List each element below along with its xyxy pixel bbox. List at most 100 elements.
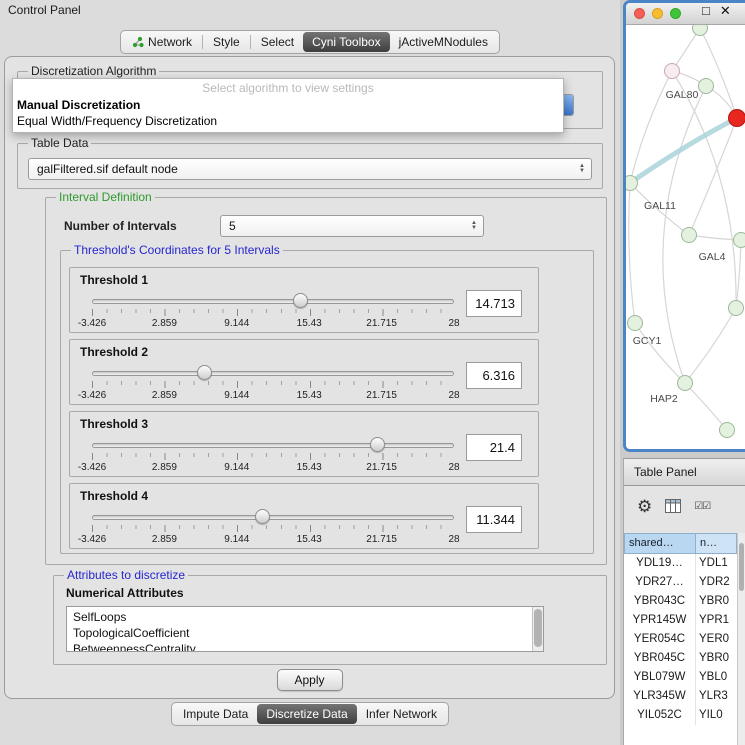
list-item[interactable]: BetweennessCentrality <box>73 641 543 652</box>
network-node[interactable] <box>729 301 744 316</box>
table-data-combobox[interactable]: galFiltered.sif default node <box>28 158 592 180</box>
table-row[interactable]: YPR145WYPR1 <box>624 611 737 630</box>
table-cell[interactable]: YIL0 <box>696 706 737 725</box>
table-cell[interactable]: YBL079W <box>624 668 696 687</box>
network-edge <box>672 71 736 308</box>
column-header-name[interactable]: n… <box>696 533 737 554</box>
network-node[interactable] <box>628 316 643 331</box>
number-of-intervals-combobox[interactable]: 5 <box>220 215 484 237</box>
network-node[interactable] <box>678 376 693 391</box>
table-row[interactable]: YLR345WYLR3 <box>624 687 737 706</box>
columns-icon[interactable] <box>665 499 681 513</box>
network-node[interactable] <box>729 110 745 127</box>
table-cell[interactable]: YPR1 <box>696 611 737 630</box>
table-cell[interactable]: YER054C <box>624 630 696 649</box>
threshold-4-value[interactable]: 11.344 <box>466 506 522 533</box>
network-edge <box>635 323 685 383</box>
table-cell[interactable]: YLR345W <box>624 687 696 706</box>
tab-jactivemnodules[interactable]: jActiveMNodules <box>390 32 497 52</box>
numerical-attributes-list[interactable]: SelfLoopsTopologicalCoefficientBetweenne… <box>66 606 544 652</box>
close-traffic-light-icon[interactable] <box>634 8 645 19</box>
scale-label: 28 <box>448 462 459 473</box>
network-node[interactable] <box>693 25 708 36</box>
table-cell[interactable]: YDR2 <box>696 573 737 592</box>
tab-label: Network <box>148 35 192 49</box>
table-cell[interactable]: YBR0 <box>696 592 737 611</box>
list-item[interactable]: TopologicalCoefficient <box>73 625 543 641</box>
threshold-4-group: Threshold 4 -3.4262.8599.14415.4321.7152… <box>69 483 539 549</box>
tab-separator <box>202 35 203 49</box>
zoom-traffic-light-icon[interactable] <box>670 8 681 19</box>
tab-cyni-toolbox[interactable]: Cyni Toolbox <box>303 32 389 52</box>
threshold-1-slider[interactable]: -3.4262.8599.14415.4321.71528 <box>92 290 454 332</box>
threshold-4-slider[interactable]: -3.4262.8599.14415.4321.71528 <box>92 506 454 548</box>
table-cell[interactable]: YPR145W <box>624 611 696 630</box>
table-cell[interactable]: YBR0 <box>696 649 737 668</box>
tab-impute-data[interactable]: Impute Data <box>174 704 257 724</box>
scrollbar-thumb[interactable] <box>739 543 744 591</box>
list-scrollbar[interactable] <box>532 607 543 651</box>
table-cell[interactable]: YDL1 <box>696 554 737 573</box>
table-cell[interactable]: YBR045C <box>624 649 696 668</box>
list-item[interactable]: SelfLoops <box>73 609 543 625</box>
table-row[interactable]: YDL19…YDL1 <box>624 554 737 573</box>
slider-ticks <box>92 381 455 388</box>
threshold-2-slider[interactable]: -3.4262.8599.14415.4321.71528 <box>92 362 454 404</box>
table-cell[interactable]: YIL052C <box>624 706 696 725</box>
slider-thumb[interactable] <box>370 437 385 452</box>
table-row[interactable]: YBR045CYBR0 <box>624 649 737 668</box>
table-panel: ⚙ ☑☑ shared… n… YDL19…YDL1YDR27…YDR2YBR0… <box>623 486 745 745</box>
tab-network[interactable]: Network <box>123 32 201 52</box>
table-row[interactable]: YER054CYER0 <box>624 630 737 649</box>
network-canvas[interactable]: GAL80GAL11GAL4GCY1HAP2 <box>626 25 745 449</box>
table-cell[interactable]: YDR27… <box>624 573 696 592</box>
network-node[interactable] <box>682 228 697 243</box>
tab-infer-network[interactable]: Infer Network <box>357 704 446 724</box>
threshold-3-slider[interactable]: -3.4262.8599.14415.4321.71528 <box>92 434 454 476</box>
table-cell[interactable]: YDL19… <box>624 554 696 573</box>
node-label: GAL11 <box>644 200 676 212</box>
tab-label: Select <box>261 35 294 49</box>
network-node[interactable] <box>720 423 735 438</box>
scrollbar-thumb[interactable] <box>534 609 542 647</box>
tab-style[interactable]: Style <box>204 32 249 52</box>
network-node[interactable] <box>699 79 714 94</box>
group-title: Attributes to discretize <box>64 568 188 582</box>
column-header-shared[interactable]: shared… <box>624 533 696 554</box>
gear-icon[interactable]: ⚙ <box>637 498 652 515</box>
table-cell[interactable]: YER0 <box>696 630 737 649</box>
slider-track[interactable] <box>92 515 454 520</box>
slider-thumb[interactable] <box>293 293 308 308</box>
network-node[interactable] <box>626 176 638 191</box>
dropdown-item-equal-width-frequency[interactable]: Equal Width/Frequency Discretization <box>13 113 563 129</box>
threshold-2-value[interactable]: 6.316 <box>466 362 522 389</box>
slider-thumb[interactable] <box>255 509 270 524</box>
slider-track[interactable] <box>92 443 454 448</box>
slider-track[interactable] <box>92 371 454 376</box>
network-node[interactable] <box>734 233 745 248</box>
threshold-3-value[interactable]: 21.4 <box>466 434 522 461</box>
minimize-traffic-light-icon[interactable] <box>652 8 663 19</box>
dropdown-item-manual-discretization[interactable]: Manual Discretization <box>13 97 563 113</box>
scale-label: 2.859 <box>152 390 177 401</box>
table-row[interactable]: YBR043CYBR0 <box>624 592 737 611</box>
apply-button[interactable]: Apply <box>277 669 343 691</box>
table-row[interactable]: YBL079WYBL0 <box>624 668 737 687</box>
table-cell[interactable]: YBR043C <box>624 592 696 611</box>
panel-title: Control Panel <box>8 3 81 17</box>
table-row[interactable]: YIL052CYIL0 <box>624 706 737 725</box>
table-row[interactable]: YDR27…YDR2 <box>624 573 737 592</box>
tab-discretize-data[interactable]: Discretize Data <box>257 704 356 724</box>
scale-label: 15.43 <box>297 318 322 329</box>
table-cell[interactable]: YBL0 <box>696 668 737 687</box>
threshold-1-value[interactable]: 14.713 <box>466 290 522 317</box>
table-scrollbar[interactable] <box>737 533 745 745</box>
slider-thumb[interactable] <box>197 365 212 380</box>
checkboxes-icon[interactable]: ☑☑ <box>694 501 710 512</box>
table-cell[interactable]: YLR3 <box>696 687 737 706</box>
network-node[interactable] <box>665 64 680 79</box>
slider-track[interactable] <box>92 299 454 304</box>
float-icon[interactable]: □ <box>702 3 710 19</box>
tab-select[interactable]: Select <box>252 32 303 52</box>
close-icon[interactable]: ✕ <box>720 3 731 19</box>
